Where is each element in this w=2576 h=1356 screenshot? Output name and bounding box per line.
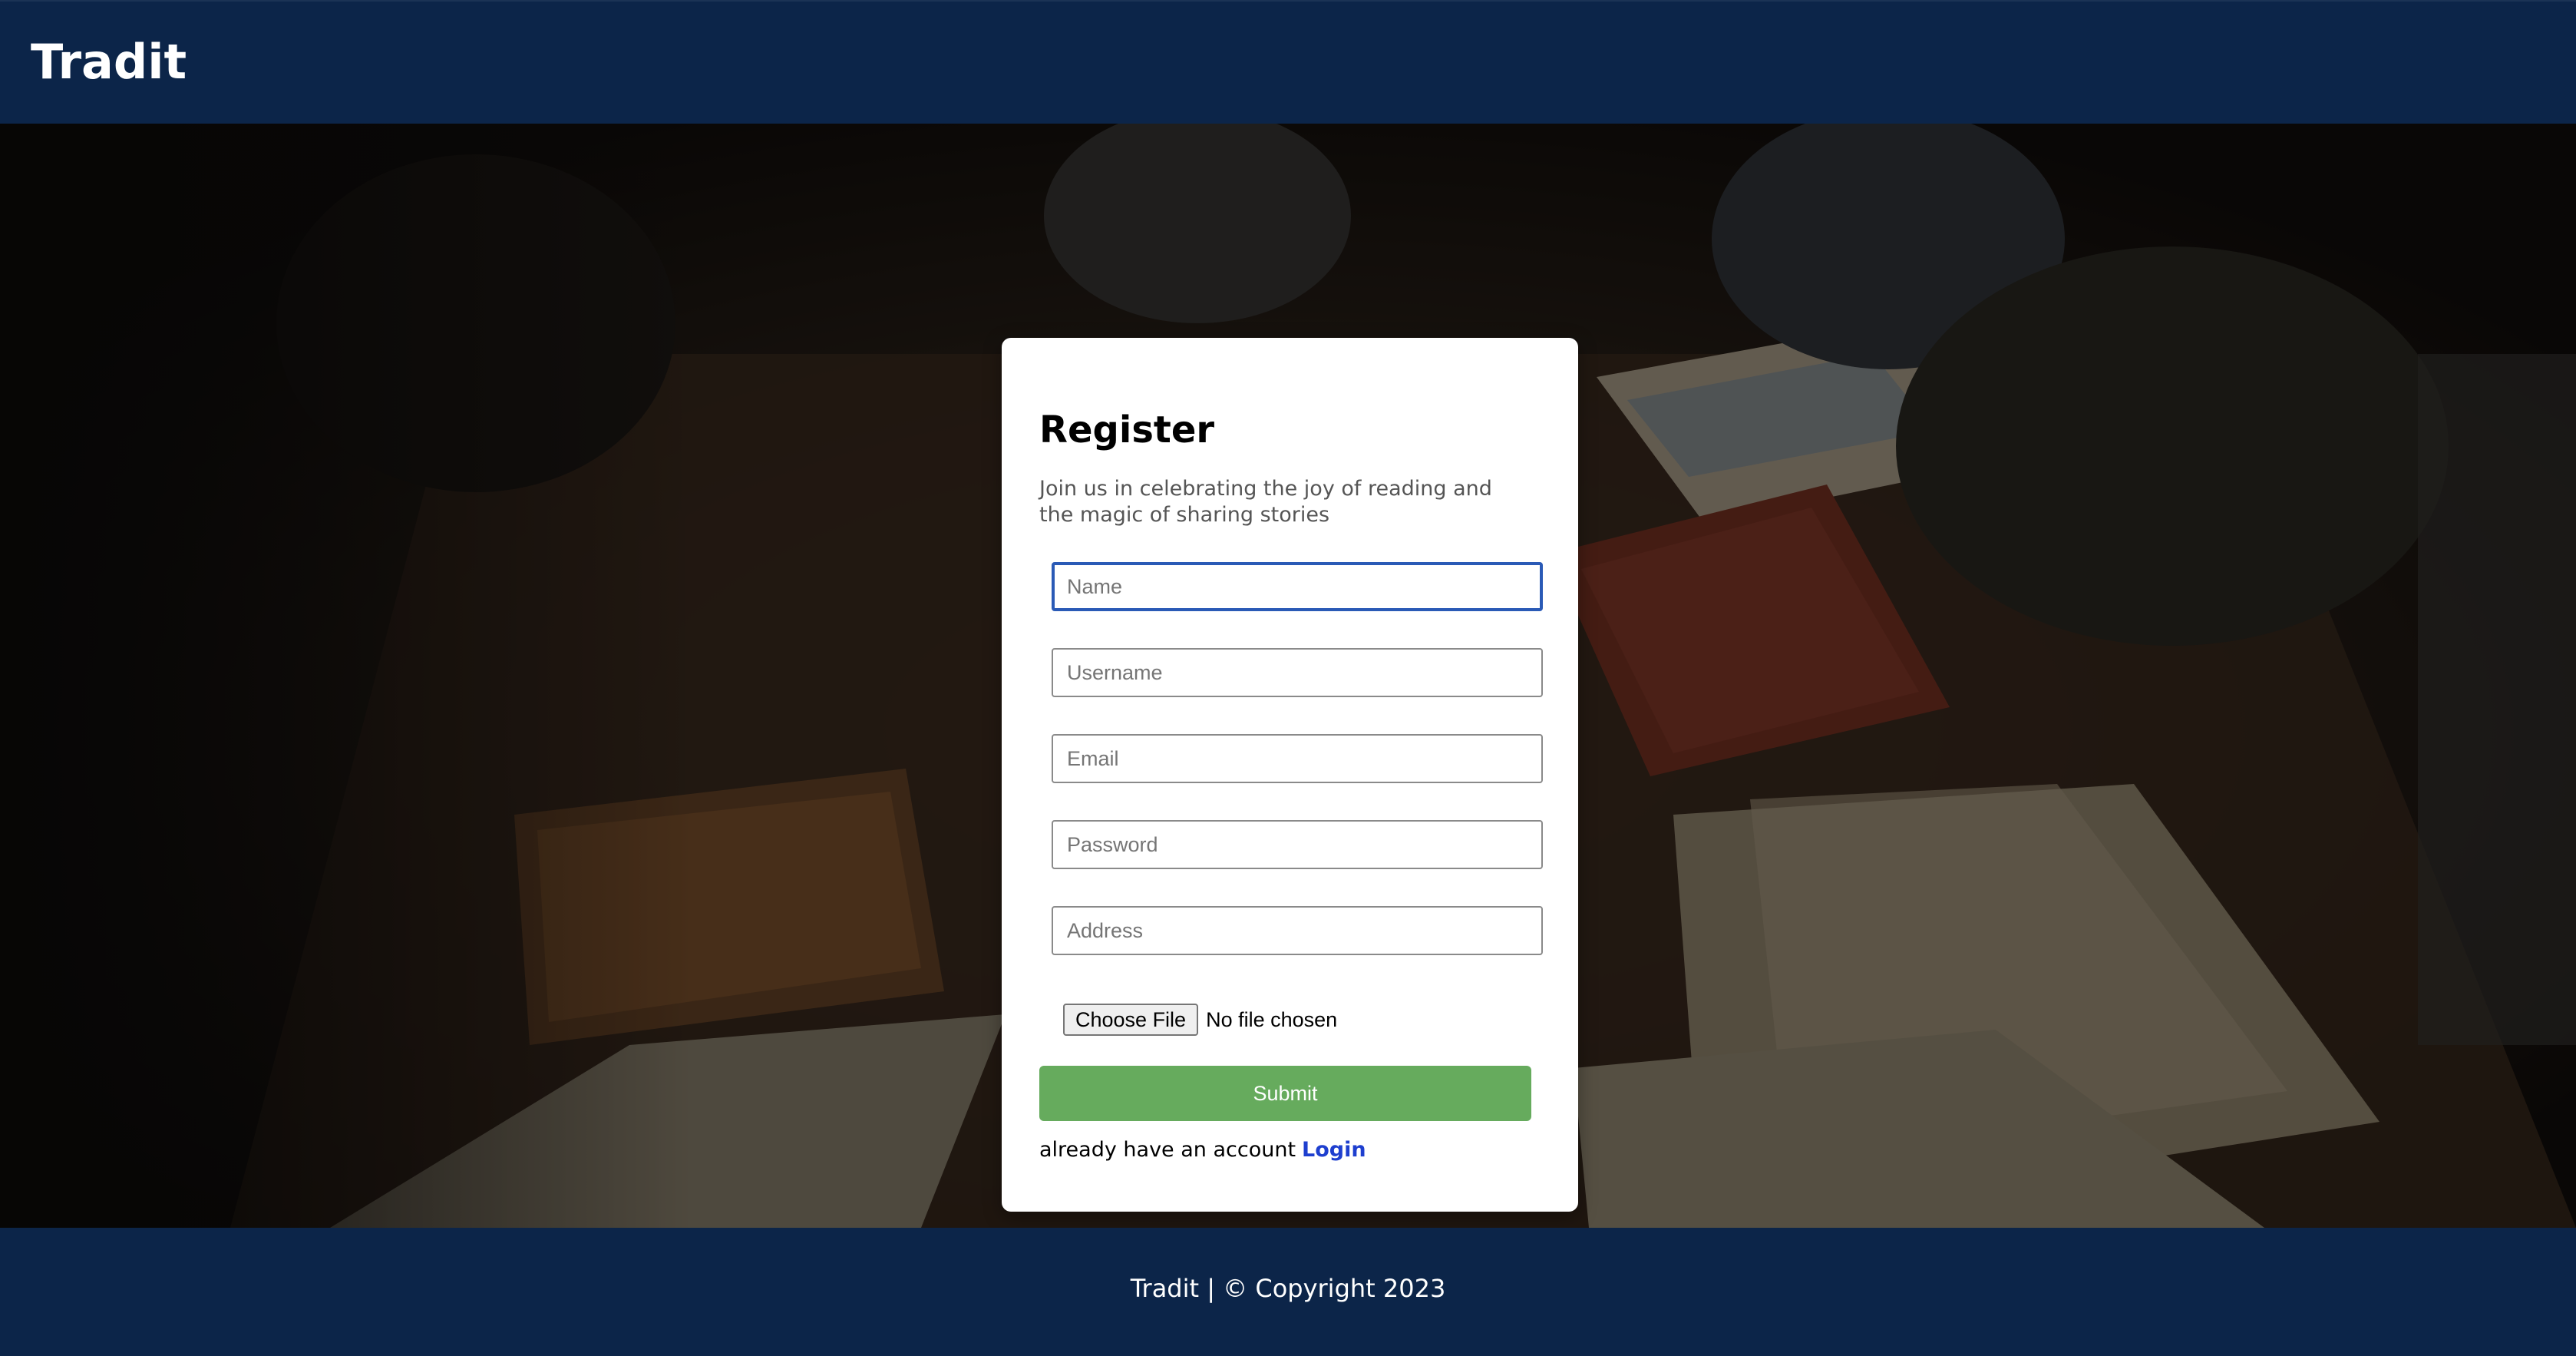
file-status: No file chosen — [1206, 1007, 1338, 1031]
brand-logo[interactable]: Tradit — [31, 34, 187, 90]
navbar: Tradit — [0, 0, 2576, 124]
login-prompt: already have an account — [1039, 1138, 1296, 1162]
name-input[interactable] — [1052, 562, 1543, 611]
register-card: Register Join us in celebrating the joy … — [1002, 338, 1578, 1212]
username-input[interactable] — [1052, 648, 1543, 697]
login-link[interactable]: Login — [1302, 1138, 1366, 1162]
address-input[interactable] — [1052, 906, 1543, 955]
file-upload: Choose File No file chosen — [1063, 1003, 1337, 1037]
register-subtitle: Join us in celebrating the joy of readin… — [1039, 477, 1492, 527]
submit-button[interactable]: Submit — [1039, 1066, 1531, 1121]
footer-copyright: Tradit | © Copyright 2023 — [1130, 1274, 1446, 1303]
page: Tradit Register Join us in celebrating t… — [0, 0, 2576, 1356]
register-title: Register — [1039, 408, 1215, 451]
footer: Tradit | © Copyright 2023 — [0, 1228, 2576, 1356]
email-input[interactable] — [1052, 734, 1543, 783]
choose-file-button[interactable]: Choose File — [1063, 1004, 1199, 1036]
password-input[interactable] — [1052, 820, 1543, 869]
login-prompt-row: already have an account Login — [1039, 1138, 1366, 1162]
